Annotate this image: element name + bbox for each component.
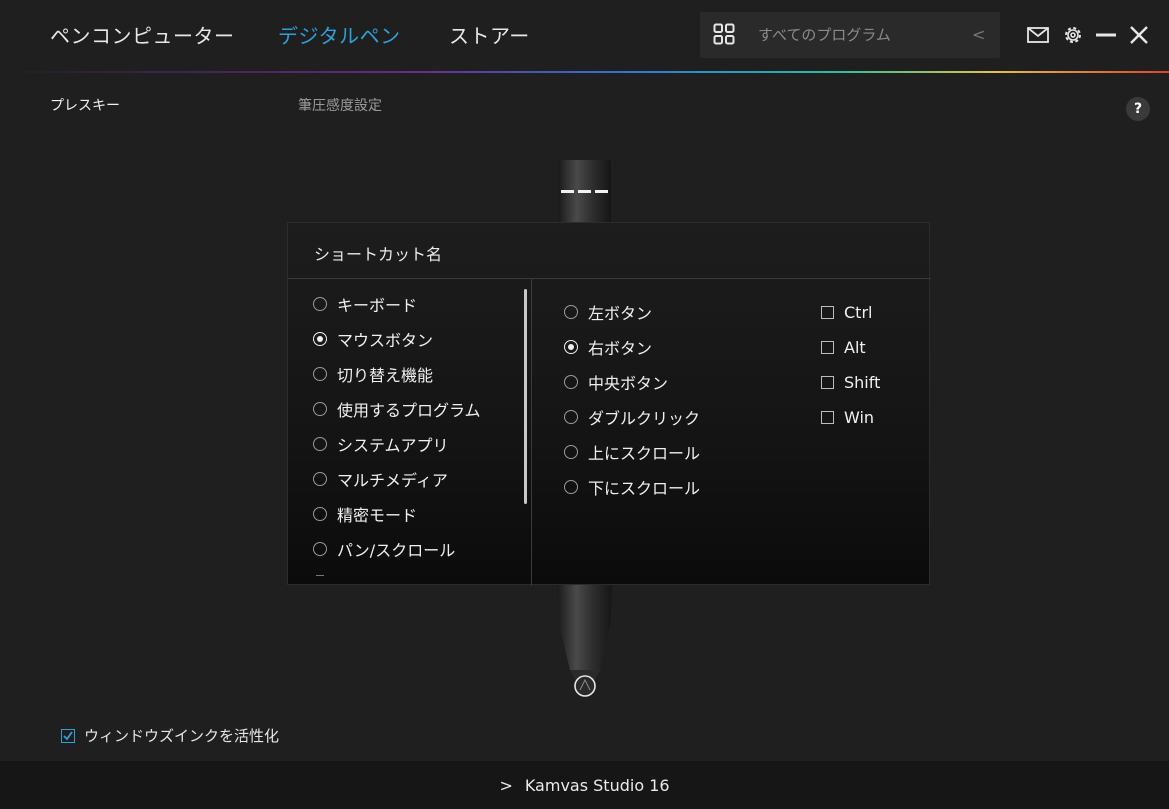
category-pan-scroll[interactable]: パン/スクロール — [313, 538, 455, 560]
chevron-right-icon: > — [499, 775, 513, 795]
category-label: システムアプリ — [337, 436, 449, 455]
mail-icon[interactable] — [1025, 22, 1051, 48]
radio-icon — [564, 480, 578, 494]
device-name: Kamvas Studio 16 — [524, 775, 670, 795]
radio-icon — [564, 410, 578, 424]
category-label: 使用するプログラム — [337, 401, 481, 420]
help-icon[interactable]: ? — [1126, 97, 1150, 121]
tab-pen-computer[interactable]: ペンコンピューター — [50, 20, 235, 49]
option-label: 左ボタン — [588, 304, 653, 323]
category-mouse-button[interactable]: マウスボタン — [313, 328, 433, 350]
gear-icon[interactable] — [1060, 22, 1086, 48]
category-keyboard[interactable]: キーボード — [313, 293, 417, 315]
dialog-title: ショートカット名 — [314, 245, 443, 264]
radio-icon — [313, 437, 327, 451]
option-label: ダブルクリック — [588, 409, 701, 428]
modifier-label: Alt — [844, 337, 866, 357]
checkbox-icon — [821, 375, 834, 389]
column-divider — [531, 279, 532, 586]
modifier-label: Ctrl — [844, 302, 873, 322]
option-label: 上にスクロール — [588, 444, 701, 463]
option-left-button[interactable]: 左ボタン — [564, 301, 652, 323]
category-multimedia[interactable]: マルチメディア — [313, 468, 448, 490]
category-scrollbar[interactable] — [524, 289, 527, 504]
minimize-icon[interactable] — [1093, 22, 1119, 48]
grid-icon[interactable] — [713, 23, 735, 45]
checkbox-icon — [821, 305, 834, 319]
option-scroll-up[interactable]: 上にスクロール — [564, 441, 700, 463]
chevron-left-icon[interactable]: < — [972, 25, 985, 44]
tab-press-keys[interactable]: プレスキー — [50, 95, 120, 115]
category-label: パン/スクロール — [337, 541, 456, 560]
option-scroll-down[interactable]: 下にスクロール — [564, 476, 700, 498]
category-label: マルチメディア — [337, 471, 448, 490]
category-system-app[interactable]: システムアプリ — [313, 433, 449, 455]
dialog-divider — [288, 278, 931, 279]
category-switch-function[interactable]: 切り替え機能 — [313, 363, 433, 385]
radio-icon — [564, 305, 578, 319]
radio-icon — [313, 402, 327, 416]
option-right-button[interactable]: 右ボタン — [564, 336, 652, 358]
checkbox-icon — [821, 410, 834, 424]
program-search[interactable]: < — [700, 12, 1000, 58]
windows-ink-toggle[interactable]: ウィンドウズインクを活性化 — [61, 725, 279, 746]
radio-icon — [564, 445, 578, 459]
option-middle-button[interactable]: 中央ボタン — [564, 371, 668, 393]
shortcut-dialog: ショートカット名 キーボード マウスボタン 切り替え機能 使用するプログラム シ… — [287, 222, 931, 586]
radio-checked-icon — [564, 340, 578, 354]
option-label: 下にスクロール — [588, 479, 701, 498]
radio-icon — [313, 507, 327, 521]
category-label: キーボード — [337, 296, 418, 315]
radio-icon — [313, 367, 327, 381]
modifier-shift[interactable]: Shift — [821, 371, 880, 393]
tab-pressure-sensitivity[interactable]: 筆圧感度設定 — [298, 95, 382, 115]
modifier-ctrl[interactable]: Ctrl — [821, 301, 872, 323]
modifier-label: Shift — [844, 372, 881, 392]
category-program[interactable]: 使用するプログラム — [313, 398, 481, 420]
checkbox-checked-icon — [61, 728, 75, 743]
radio-icon — [564, 375, 578, 389]
radio-checked-icon — [313, 332, 327, 346]
modifier-alt[interactable]: Alt — [821, 336, 866, 358]
modifier-win[interactable]: Win — [821, 406, 874, 428]
category-label: 精密モード — [337, 506, 418, 525]
category-label: マウスボタン — [337, 331, 434, 350]
close-icon[interactable] — [1126, 22, 1152, 48]
device-selector[interactable]: > Kamvas Studio 16 — [0, 761, 1169, 809]
radio-icon — [313, 542, 327, 556]
category-precision-mode[interactable]: 精密モード — [313, 503, 417, 525]
option-double-click[interactable]: ダブルクリック — [564, 406, 700, 428]
radio-icon — [313, 472, 327, 486]
radio-icon — [313, 297, 327, 311]
top-bar: ペンコンピューター デジタルペン ストアー < — [0, 0, 1169, 72]
checkbox-icon — [821, 340, 834, 354]
modifier-label: Win — [844, 407, 875, 427]
option-label: 右ボタン — [588, 339, 653, 358]
windows-ink-label: ウィンドウズインクを活性化 — [84, 727, 280, 745]
search-input[interactable] — [758, 24, 958, 46]
next-item-peek — [316, 575, 324, 579]
tab-store[interactable]: ストアー — [449, 20, 530, 49]
header-divider — [0, 71, 1169, 73]
tab-digital-pen[interactable]: デジタルペン — [278, 20, 401, 49]
option-label: 中央ボタン — [588, 374, 669, 393]
category-label: 切り替え機能 — [337, 366, 434, 385]
